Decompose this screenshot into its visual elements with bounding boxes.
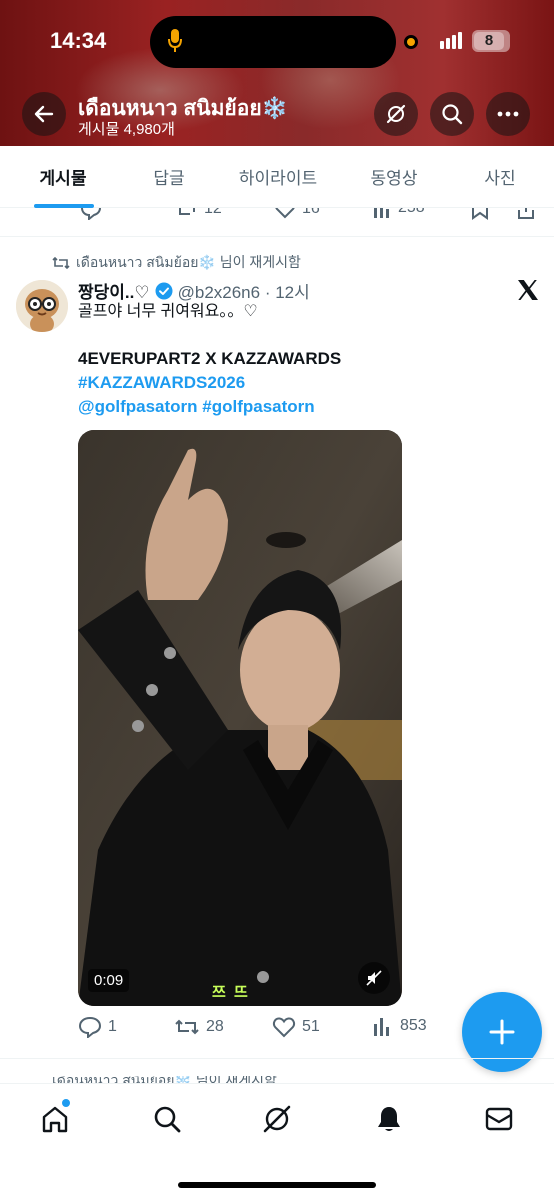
hashtag-link[interactable]: #KAZZAWARDS2026 — [78, 371, 341, 395]
recording-indicator-icon — [404, 35, 418, 49]
mention-hashtag-link[interactable]: @golfpasatorn #golfpasatorn — [78, 395, 341, 419]
retweet-button[interactable]: 28 — [174, 1016, 224, 1038]
nav-grok[interactable] — [260, 1102, 294, 1136]
post-actions: 1 28 51 853 — [78, 1016, 458, 1042]
mute-button[interactable] — [358, 962, 390, 994]
video-duration: 0:09 — [88, 969, 130, 992]
status-bar: 14:34 8 — [0, 0, 554, 84]
retweet-icon — [179, 208, 195, 215]
repost-indicator[interactable]: เดือนหนาว สนิมย้อย❄️ 님이 재게시함 — [52, 252, 301, 274]
like-button[interactable]: 51 — [272, 1016, 320, 1038]
tab-videos[interactable]: 동영상 — [371, 164, 418, 189]
post-body: 4EVERUPART2 X KAZZAWARDS #KAZZAWARDS2026… — [78, 347, 341, 419]
author-avatar[interactable] — [16, 280, 68, 332]
cellular-signal-icon — [440, 32, 462, 49]
tab-posts[interactable]: 게시물 — [40, 164, 87, 189]
previous-like-count-group[interactable]: 16 — [274, 208, 320, 220]
video-frame-image — [78, 430, 402, 1006]
bookmark-icon[interactable] — [470, 208, 490, 220]
video-caption: 쯔 뜨 — [212, 984, 250, 1001]
x-logo-icon[interactable] — [516, 278, 540, 302]
home-indicator — [178, 1182, 376, 1188]
heart-icon — [275, 208, 295, 219]
previous-view-count: 258 — [398, 208, 425, 217]
reply-icon — [78, 1016, 102, 1038]
previous-post-actions: 12 16 258 — [0, 208, 554, 222]
battery-level: 8 — [474, 32, 504, 50]
views-button[interactable]: 853 — [372, 1016, 427, 1036]
previous-view-count-group[interactable]: 258 — [372, 208, 425, 218]
author-name[interactable]: 짱당이..♡ — [78, 278, 150, 303]
avatar-character-image — [16, 280, 68, 332]
home-icon — [42, 1106, 68, 1133]
nav-notifications[interactable] — [372, 1102, 406, 1136]
post-count: 게시물 4,980개 — [78, 121, 175, 138]
profile-header-banner: 14:34 8 เดือนหนาว สนิมย้อย❄️ 게시물 4,980개 — [0, 0, 554, 146]
heart-icon — [273, 1017, 295, 1038]
search-icon — [154, 1106, 181, 1133]
envelope-icon — [485, 1107, 513, 1131]
post-body-line: 4EVERUPART2 X KAZZAWARDS — [78, 349, 342, 368]
view-count: 853 — [400, 1017, 427, 1034]
previous-like-count: 16 — [302, 208, 320, 217]
repost-text: เดือนหนาว สนิมย้อย❄️ 님이 재게시함 — [76, 254, 301, 270]
more-dots-icon — [497, 111, 519, 117]
tab-photos[interactable]: 사진 — [484, 164, 515, 189]
author-line[interactable]: 짱당이..♡ @b2x26n6 · 12시 — [78, 278, 310, 303]
more-options-button[interactable] — [486, 92, 530, 136]
tab-replies[interactable]: 답글 — [153, 164, 184, 189]
previous-retweet-count: 12 — [204, 208, 222, 217]
reply-count: 1 — [108, 1018, 117, 1035]
post-text: 골프야 너무 귀여워요。。♡ — [78, 303, 258, 320]
post-divider — [0, 236, 554, 237]
views-chart-icon — [374, 1018, 389, 1036]
speaker-muted-icon — [366, 970, 382, 986]
share-icon[interactable] — [516, 208, 536, 220]
retweet-count: 28 — [206, 1018, 224, 1035]
microphone-icon — [168, 29, 182, 52]
previous-retweet-count-group[interactable]: 12 — [176, 208, 222, 220]
plus-icon — [489, 1019, 515, 1045]
post-divider — [0, 1058, 554, 1059]
nav-search[interactable] — [150, 1102, 184, 1136]
reply-icon[interactable] — [80, 208, 102, 220]
grok-icon — [263, 1105, 291, 1133]
bottom-navigation — [0, 1083, 554, 1200]
views-chart-icon — [374, 208, 389, 218]
arrow-left-icon — [34, 105, 54, 123]
status-time: 14:34 — [50, 28, 107, 53]
bell-icon — [378, 1107, 400, 1131]
grok-icon — [386, 104, 406, 124]
nav-messages[interactable] — [482, 1102, 516, 1136]
video-player[interactable]: 0:09 쯔 뜨 — [78, 430, 402, 1006]
tab-highlights[interactable]: 하이라이트 — [239, 164, 317, 189]
like-count: 51 — [302, 1018, 320, 1035]
verified-badge-icon — [155, 282, 173, 299]
notification-dot — [62, 1099, 70, 1107]
search-button[interactable] — [430, 92, 474, 136]
dynamic-island — [150, 16, 396, 68]
compose-post-button[interactable] — [462, 992, 542, 1072]
retweet-icon — [52, 256, 70, 270]
battery-icon: 8 — [472, 30, 510, 52]
profile-tabs: 게시물 답글 하이라이트 동영상 사진 — [0, 146, 554, 208]
search-icon — [442, 104, 463, 125]
nav-home[interactable] — [38, 1099, 72, 1136]
back-button[interactable] — [22, 92, 66, 136]
reply-button[interactable]: 1 — [78, 1016, 117, 1038]
author-handle-time[interactable]: @b2x26n6 · 12시 — [178, 278, 310, 303]
grok-button[interactable] — [374, 92, 418, 136]
retweet-icon — [175, 1019, 199, 1035]
